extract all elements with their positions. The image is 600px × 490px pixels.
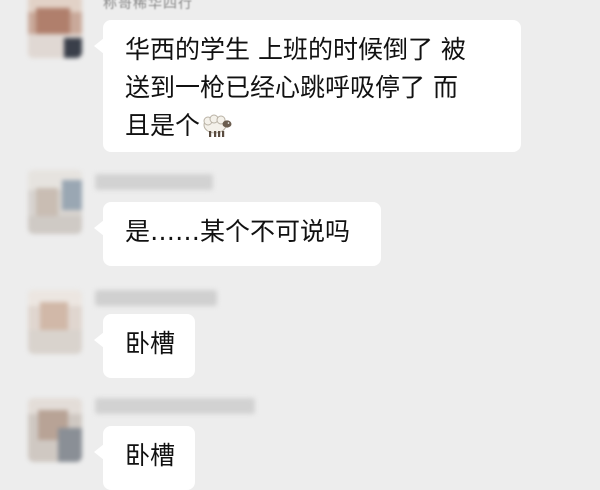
chat-message: 卧槽 bbox=[0, 398, 600, 490]
message-text-line-wrap: 且是个 bbox=[125, 107, 501, 149]
message-text-line: 华西的学生 上班的时候倒了 被 bbox=[125, 35, 466, 64]
chat-message: 称哥稀华四行 华西的学生 上班的时候倒了 被 送到一枪已经心跳呼吸停了 而 且是… bbox=[0, 0, 600, 160]
sheep-emoji-icon bbox=[202, 111, 232, 149]
message-text-line: 卧槽 bbox=[125, 329, 176, 358]
avatar[interactable] bbox=[28, 290, 82, 354]
avatar[interactable] bbox=[28, 398, 82, 462]
sender-nickname-blurred bbox=[95, 398, 255, 414]
message-bubble[interactable]: 华西的学生 上班的时候倒了 被 送到一枪已经心跳呼吸停了 而 且是个 bbox=[94, 20, 521, 152]
avatar[interactable] bbox=[28, 170, 82, 234]
message-text-line: 且是个 bbox=[125, 111, 201, 140]
message-bubble[interactable]: 是……某个不可说吗 bbox=[94, 202, 381, 266]
message-text-line: 卧槽 bbox=[125, 441, 176, 470]
message-text-line: 是……某个不可说吗 bbox=[125, 217, 351, 246]
message-bubble[interactable]: 卧槽 bbox=[94, 314, 195, 378]
sender-nickname-blurred bbox=[95, 174, 213, 190]
message-bubble[interactable]: 卧槽 bbox=[94, 426, 195, 490]
message-text-line: 送到一枪已经心跳呼吸停了 而 bbox=[125, 73, 458, 102]
sender-nickname-blurred bbox=[95, 290, 217, 306]
chat-message: 是……某个不可说吗 bbox=[0, 170, 600, 270]
chat-message: 卧槽 bbox=[0, 290, 600, 385]
sender-nickname: 称哥稀华四行 bbox=[103, 0, 193, 12]
chat-message-list: 称哥稀华四行 华西的学生 上班的时候倒了 被 送到一枪已经心跳呼吸停了 而 且是… bbox=[0, 0, 600, 490]
avatar[interactable] bbox=[28, 0, 82, 58]
